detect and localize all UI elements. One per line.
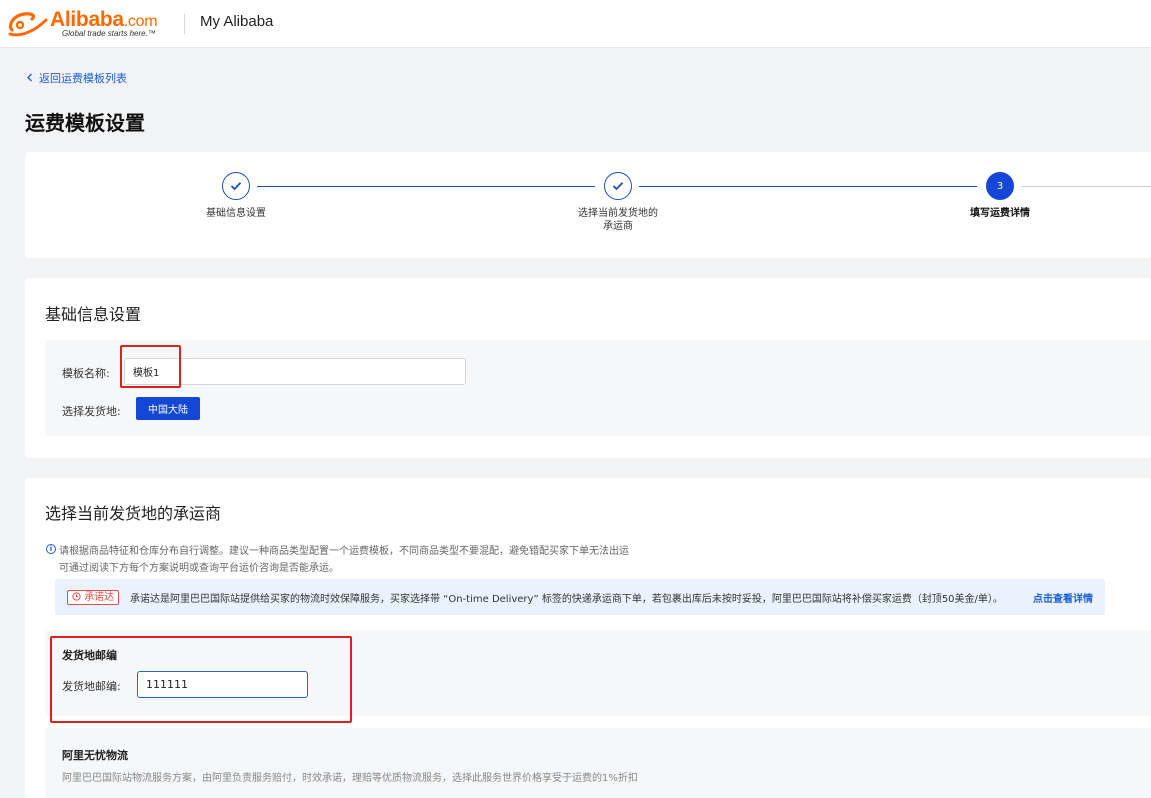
alibaba-logo-icon [8, 12, 48, 37]
postal-code-input[interactable] [137, 671, 308, 698]
step-connector-2 [639, 186, 977, 187]
origin-china-mainland-button[interactable]: 中国大陆 [136, 397, 200, 420]
my-alibaba-link[interactable]: My Alibaba [200, 13, 273, 30]
page-title: 运费模板设置 [25, 111, 145, 135]
worry-free-title: 阿里无忧物流 [62, 749, 128, 762]
clock-icon [72, 592, 81, 601]
postal-code-box: 发货地邮编 发货地邮编: [45, 630, 1151, 716]
postal-code-label: 发货地邮编: [62, 680, 121, 693]
step-3-indicator: 3 [986, 172, 1014, 200]
info-icon: i [46, 544, 56, 554]
step-3-label: 填写运费详情 [970, 208, 1030, 219]
basic-info-card: 基础信息设置 模板名称: 选择发货地: 中国大陆 [25, 278, 1151, 458]
basic-info-form: 模板名称: 选择发货地: 中国大陆 [45, 340, 1151, 436]
chevron-left-icon [26, 72, 33, 85]
logo-tagline: Global trade starts here.™ [62, 29, 156, 38]
step-connector-1 [257, 186, 595, 187]
template-name-input[interactable] [124, 358, 466, 385]
step-1-check-icon [222, 172, 250, 200]
promise-description: 承诺达是阿里巴巴国际站提供给买家的物流时效保障服务，买家选择带 “On-time… [130, 594, 1003, 605]
worry-free-logistics-box: 阿里无忧物流 阿里巴巴国际站物流服务方案，由阿里负责服务赔付，时效承诺，理赔等优… [45, 728, 1151, 798]
template-name-label: 模板名称: [62, 367, 110, 380]
postal-code-title: 发货地邮编 [62, 649, 117, 662]
carrier-section-title: 选择当前发货地的承运商 [45, 504, 222, 523]
promise-details-link[interactable]: 点击查看详情 [1033, 590, 1093, 605]
back-to-template-list-link[interactable]: 返回运费模板列表 [26, 70, 127, 86]
alibaba-logo[interactable]: Alibaba.com Global trade starts here.™ [6, 8, 176, 40]
promise-badge: 承诺达 [67, 590, 120, 605]
step-2-check-icon [604, 172, 632, 200]
step-connector-3 [1021, 186, 1151, 187]
step-2-label: 选择当前发货地的 承运商 [578, 208, 658, 232]
header-divider [184, 14, 185, 34]
top-header: Alibaba.com Global trade starts here.™ M… [0, 0, 1151, 48]
carrier-selection-card: 选择当前发货地的承运商 i 请根据商品特征和仓库分布自行调整。建议一种商品类型配… [25, 478, 1151, 798]
carrier-hint-line-1: 请根据商品特征和仓库分布自行调整。建议一种商品类型配置一个运费模板，不同商品类型… [59, 546, 629, 557]
progress-steps: 基础信息设置 选择当前发货地的 承运商 3 填写运费详情 [25, 152, 1151, 258]
step-1-label: 基础信息设置 [206, 208, 266, 219]
origin-label: 选择发货地: [62, 405, 121, 418]
carrier-hint-line-2: 可通过阅读下方每个方案说明或查询平台运价咨询是否能承运。 [59, 563, 339, 574]
basic-info-title: 基础信息设置 [45, 305, 142, 324]
on-time-delivery-banner: 承诺达 承诺达是阿里巴巴国际站提供给买家的物流时效保障服务，买家选择带 “On-… [55, 579, 1105, 615]
